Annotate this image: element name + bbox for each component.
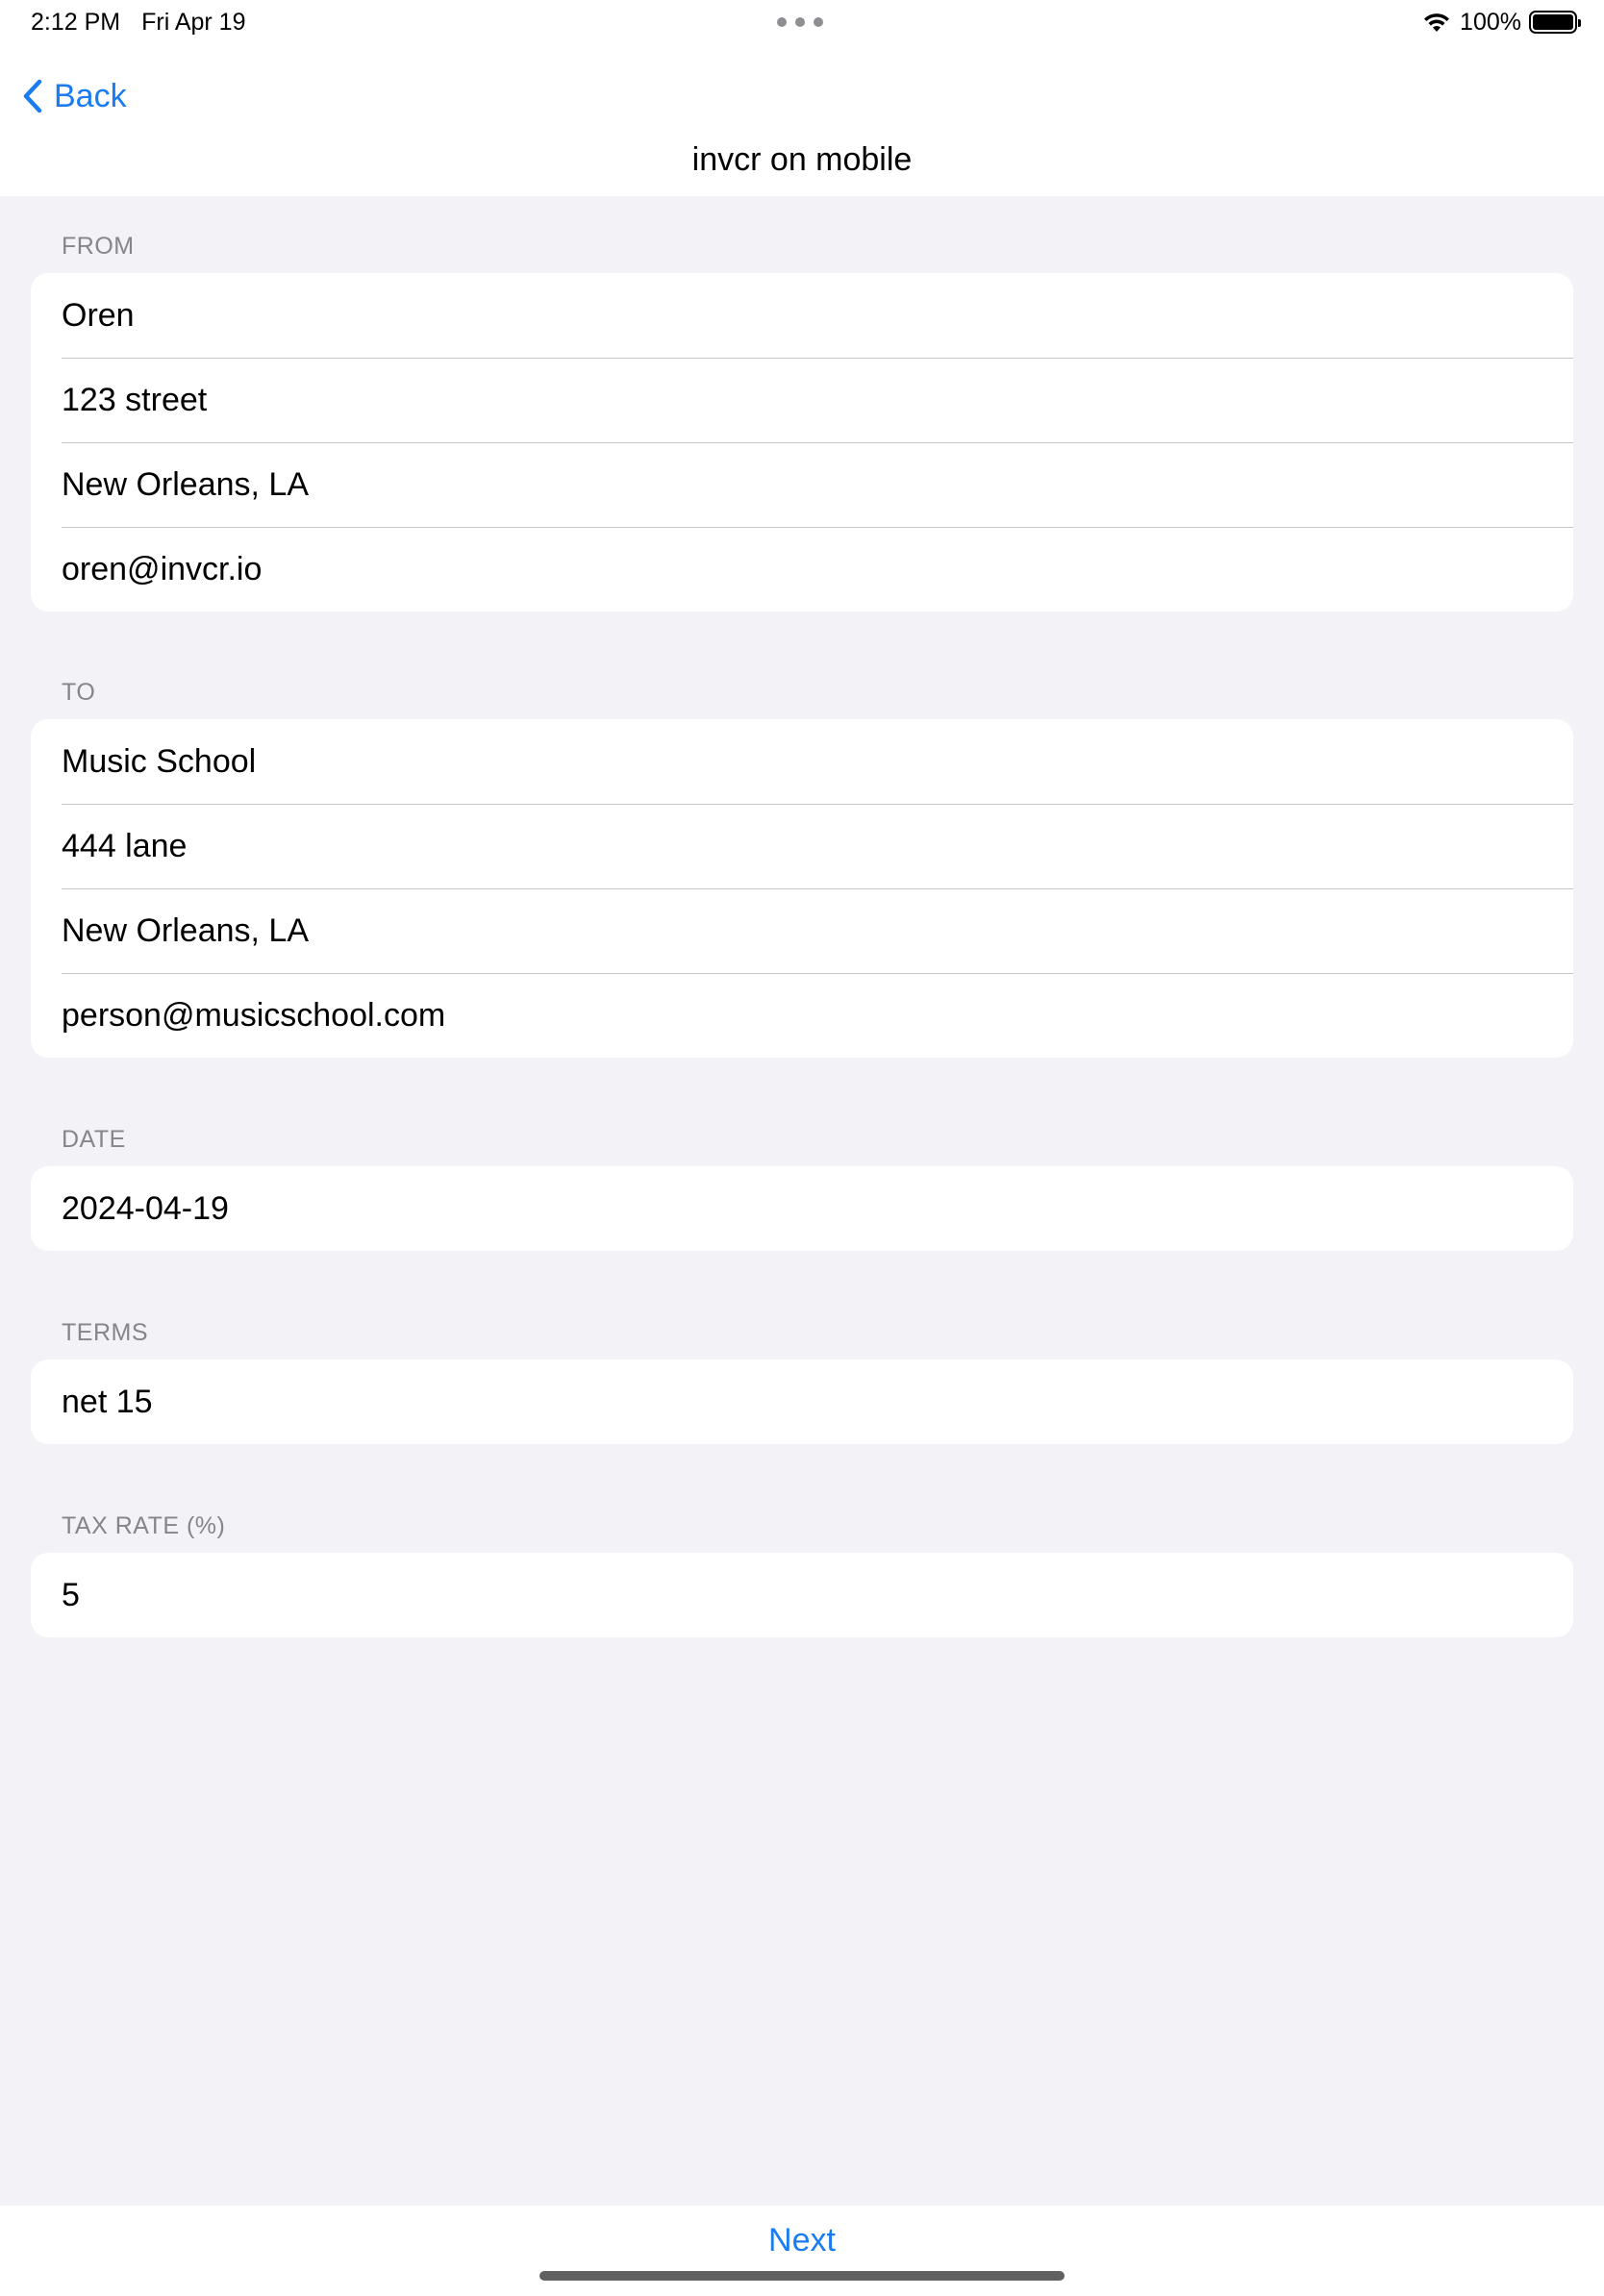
status-bar-right: 100% xyxy=(1421,8,1581,37)
from-name-field[interactable] xyxy=(62,296,1573,335)
from-street-field[interactable] xyxy=(62,381,1573,419)
to-street-row xyxy=(31,804,1573,888)
to-group xyxy=(31,719,1573,1058)
section-header-to: TO xyxy=(62,679,96,706)
section-header-date: DATE xyxy=(62,1126,126,1153)
back-label: Back xyxy=(54,77,127,114)
bottom-toolbar: Next xyxy=(0,2206,1604,2296)
tax-rate-group xyxy=(31,1553,1573,1637)
from-group xyxy=(31,273,1573,611)
next-button[interactable]: Next xyxy=(0,2222,1604,2259)
date-field[interactable] xyxy=(62,1189,1573,1228)
tax-rate-field[interactable] xyxy=(62,1576,1573,1614)
chevron-left-icon xyxy=(23,79,42,113)
to-email-field[interactable] xyxy=(62,996,1573,1035)
wifi-icon xyxy=(1424,13,1450,32)
tax-rate-row xyxy=(31,1553,1573,1637)
section-header-from: FROM xyxy=(62,233,135,260)
battery-percentage: 100% xyxy=(1460,8,1521,36)
from-street-row xyxy=(31,358,1573,442)
page-title: invcr on mobile xyxy=(691,141,913,178)
from-city-field[interactable] xyxy=(62,465,1573,504)
invoice-form-screen: 2:12 PM Fri Apr 19 100% Back invcr on mob… xyxy=(0,0,1604,2296)
back-button[interactable]: Back xyxy=(23,75,127,117)
from-email-field[interactable] xyxy=(62,550,1573,588)
from-name-row xyxy=(31,273,1573,358)
multitasking-menu-icon[interactable] xyxy=(777,16,823,28)
to-name-field[interactable] xyxy=(62,742,1573,781)
to-city-row xyxy=(31,888,1573,973)
date-group xyxy=(31,1166,1573,1251)
date-row xyxy=(31,1166,1573,1251)
from-email-row xyxy=(31,527,1573,611)
to-name-row xyxy=(31,719,1573,804)
battery-icon xyxy=(1529,11,1581,34)
section-header-terms: TERMS xyxy=(62,1319,148,1346)
to-street-field[interactable] xyxy=(62,827,1573,865)
home-indicator[interactable] xyxy=(539,2271,1065,2281)
terms-field[interactable] xyxy=(62,1383,1573,1421)
top-bar: 2:12 PM Fri Apr 19 100% Back invcr on mob… xyxy=(0,0,1604,196)
to-city-field[interactable] xyxy=(62,911,1573,950)
terms-row xyxy=(31,1360,1573,1444)
to-email-row xyxy=(31,973,1573,1058)
terms-group xyxy=(31,1360,1573,1444)
status-date: Fri Apr 19 xyxy=(141,9,246,36)
from-city-row xyxy=(31,442,1573,527)
status-time: 2:12 PM xyxy=(31,9,121,36)
section-header-tax-rate: TAX RATE (%) xyxy=(62,1512,226,1539)
status-bar-clock: 2:12 PM Fri Apr 19 xyxy=(31,9,245,37)
